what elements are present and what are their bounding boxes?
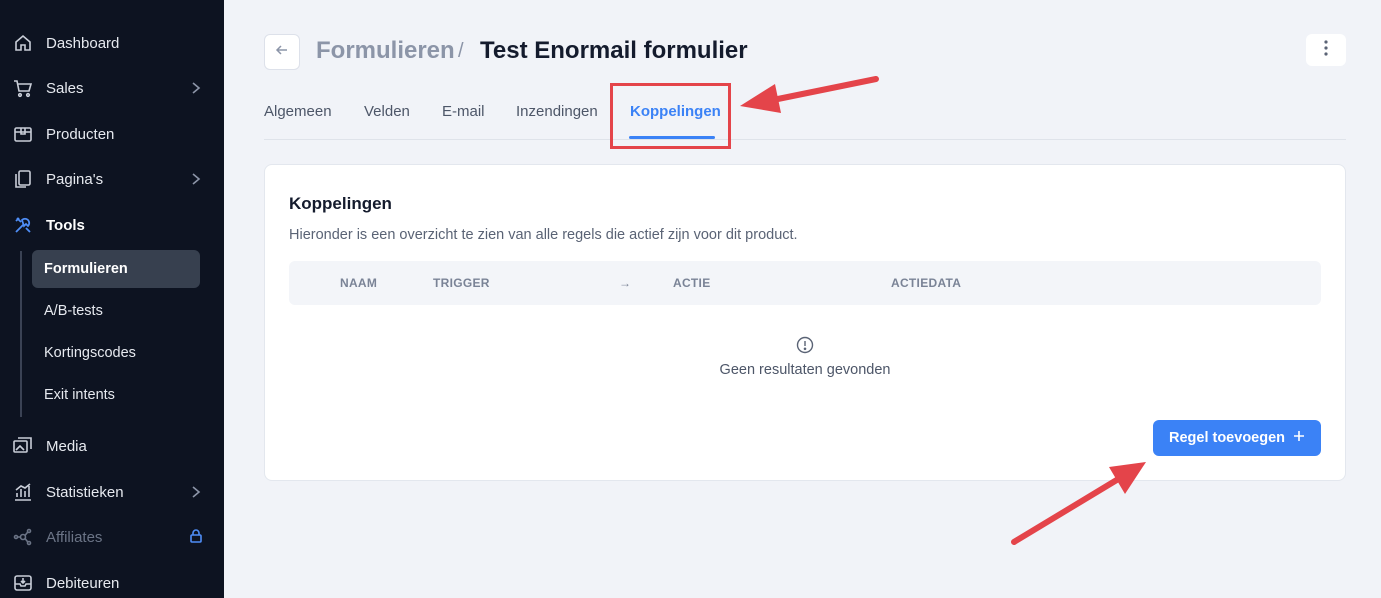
box-icon [12,123,34,145]
chart-icon [12,481,34,503]
back-button[interactable] [264,34,300,70]
add-rule-button[interactable]: Regel toevoegen [1153,420,1321,456]
sidebar-item-label: Debiteuren [46,574,120,592]
kebab-menu-icon [1324,39,1328,61]
cart-icon [12,77,34,99]
add-rule-button-label: Regel toevoegen [1168,430,1286,446]
sidebar-item-label: Statistieken [46,483,124,501]
sidebar-item-label: Media [46,437,87,455]
annotation-arrow-to-tab [740,76,879,113]
sidebar-item-affiliates[interactable]: Affiliates [0,519,224,555]
arrow-left-icon [275,43,289,62]
tabs-divider [264,139,1346,140]
column-header-actie: ACTIE [673,276,711,290]
annotation-highlight-box [610,83,731,149]
column-header-actiedata: ACTIEDATA [891,276,962,290]
sidebar-item-label: Sales [46,79,84,97]
pages-icon [12,168,34,190]
card-description: Hieronder is een overzicht te zien van a… [289,227,798,243]
chevron-right-icon [189,484,203,504]
subnav-line [20,251,22,417]
sidebar: Dashboard Sales Producten Pagina's Tools… [0,0,224,598]
lock-icon [189,528,203,548]
inbox-icon [12,572,34,594]
sidebar-item-label: Producten [46,125,115,143]
sidebar-item-label: Dashboard [46,34,120,52]
network-icon [12,526,34,548]
column-header-naam: NAAM [340,276,378,290]
home-icon [12,32,34,54]
sidebar-item-producten[interactable]: Producten [0,116,224,152]
sidebar-item-media[interactable]: Media [0,428,224,464]
sidebar-item-label: Affiliates [46,528,103,546]
chevron-right-icon [189,80,203,100]
breadcrumb-parent[interactable]: Formulieren [316,37,455,65]
sidebar-subitem-formulieren[interactable]: Formulieren [32,250,200,288]
page-title: Test Enormail formulier [480,37,748,64]
sidebar-item-paginas[interactable]: Pagina's [0,161,224,197]
sidebar-item-dashboard[interactable]: Dashboard [0,25,224,61]
plus-icon [1293,430,1305,446]
sidebar-subitem-exit-intents[interactable]: Exit intents [32,376,200,414]
tab-velden[interactable]: Velden [364,103,410,120]
media-icon [12,435,34,457]
chevron-right-icon [189,171,203,191]
sidebar-item-label: Pagina's [46,170,104,188]
column-header-trigger: TRIGGER [433,276,490,290]
sidebar-item-label: Tools [46,216,85,234]
sidebar-item-statistieken[interactable]: Statistieken [0,474,224,510]
sidebar-item-sales[interactable]: Sales [0,70,224,106]
breadcrumb-separator: / [458,40,464,62]
sidebar-item-tools[interactable]: Tools [0,207,224,243]
tab-e-mail[interactable]: E-mail [442,103,485,120]
card-title: Koppelingen [289,194,392,213]
more-options-button[interactable] [1306,34,1346,66]
alert-circle-icon [796,336,814,359]
tab-inzendingen[interactable]: Inzendingen [516,103,598,120]
sidebar-subitem-ab-tests[interactable]: A/B-tests [32,292,200,330]
tools-icon [12,214,34,236]
empty-state-text: Geen resultaten gevonden [719,362,891,378]
tab-algemeen[interactable]: Algemeen [264,103,332,120]
sidebar-item-debiteuren[interactable]: Debiteuren [0,565,224,598]
column-header-arrow: → [619,276,632,290]
